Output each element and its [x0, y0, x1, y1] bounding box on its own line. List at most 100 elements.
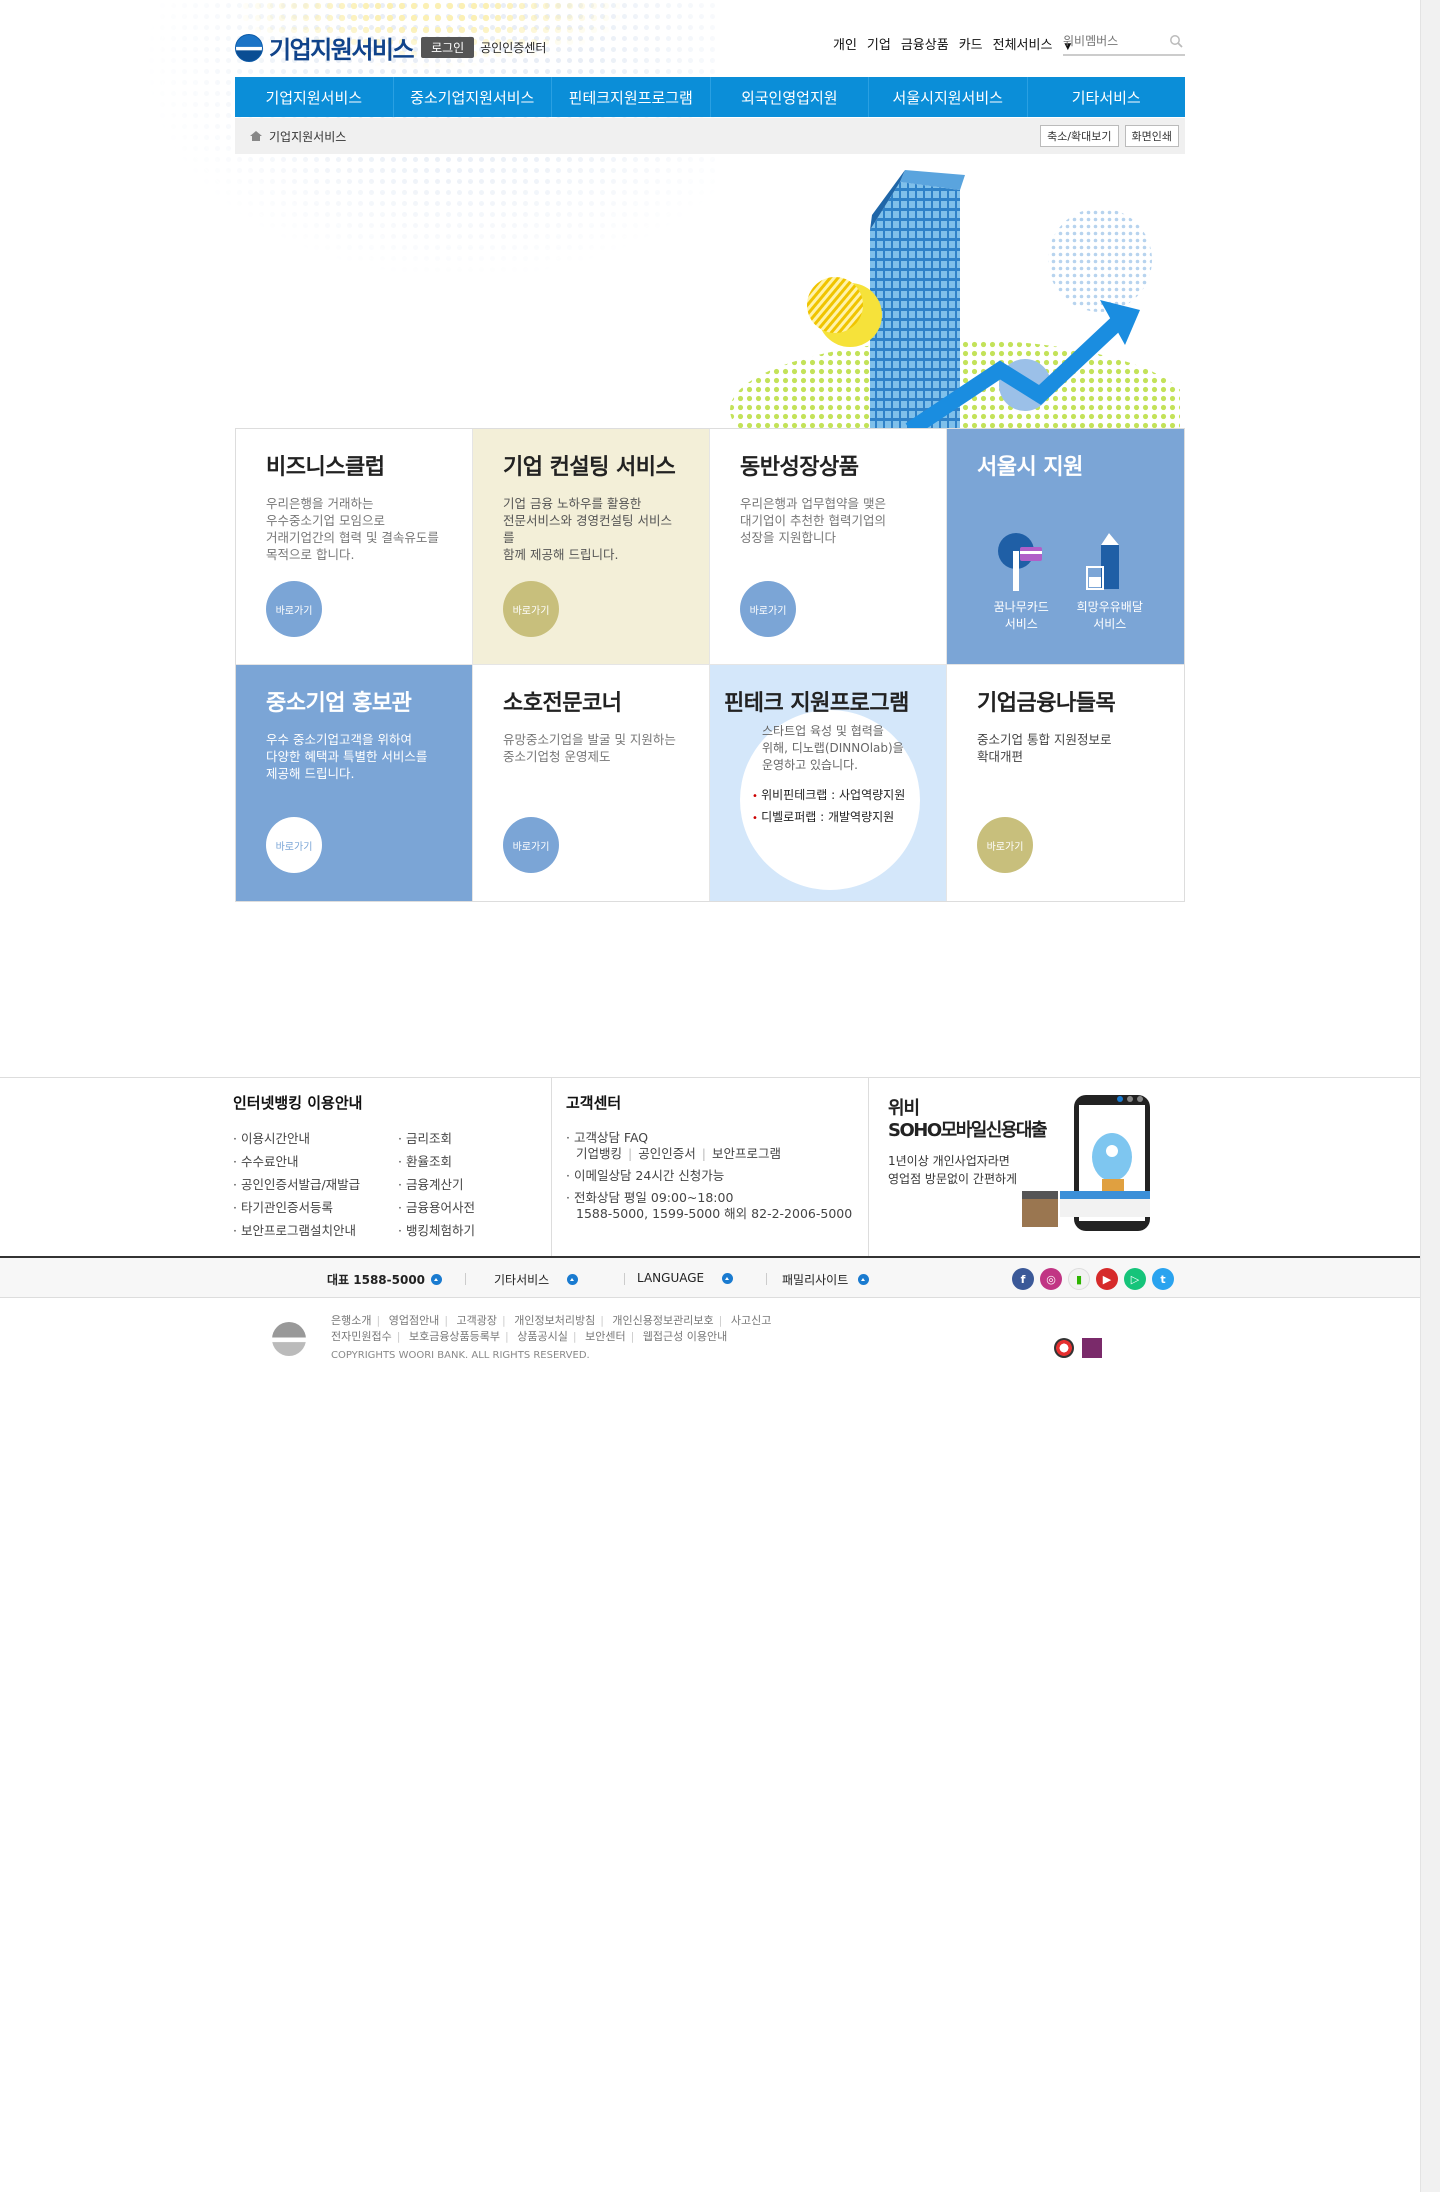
footer-link[interactable]: 보호금융상품등록부 — [409, 1330, 500, 1343]
other-services-dropdown[interactable]: 기타서비스 — [494, 1271, 579, 1288]
seoul-item-label: 꿈나무카드 서비스 — [993, 600, 1049, 631]
footer-link[interactable]: 공인인증서 — [638, 1146, 696, 1161]
page: 기업지원서비스 로그인 공인인증센터 개인 기업 금융상품 카드 전체서비스 ▼ … — [0, 0, 1420, 2192]
footer-link[interactable]: 은행소개 — [331, 1314, 371, 1327]
card-title: 서울시 지원 — [977, 455, 1083, 480]
footer-link[interactable]: 고객광장 — [457, 1314, 497, 1327]
card-desc: 스타트업 육성 및 협력을 위해, 디노랩(DINNOlab)을 운영하고 있습… — [762, 724, 904, 772]
footer-link[interactable]: 보안프로그램 — [712, 1146, 781, 1161]
main-phone[interactable]: 대표 1588-5000 — [327, 1271, 443, 1288]
search-icon[interactable] — [1169, 34, 1183, 48]
milk-delivery-link[interactable]: 희망우유배달 서비스 — [1066, 531, 1155, 633]
list-item: 디벨로퍼랩 : 개발역량지원 — [752, 807, 905, 829]
print-button[interactable]: 화면인쇄 — [1124, 125, 1179, 147]
cs-title: 고객센터 — [566, 1094, 622, 1112]
card-soho: 소호전문코너 유망중소기업을 발굴 및 지원하는 중소기업청 운영제도 바로가기 — [473, 665, 710, 901]
band-icon[interactable]: ▮ — [1068, 1268, 1090, 1290]
cs-numbers: 1588-5000, 1599-5000 해외 82-2-2006-5000 — [576, 1206, 853, 1221]
gnb-business[interactable]: 기업 — [867, 34, 891, 53]
chevron-up-icon — [858, 1274, 870, 1285]
zoom-button[interactable]: 축소/확대보기 — [1040, 125, 1119, 147]
footer-link[interactable]: 개인정보처리방침 — [514, 1314, 595, 1327]
footer-link[interactable]: 웹접근성 이용안내 — [643, 1330, 727, 1343]
certification-mark-icon — [1054, 1338, 1074, 1358]
cs-list: 고객상담 FAQ 기업뱅킹|공인인증서|보안프로그램 이메일상담 24시간 신청… — [566, 1127, 852, 1223]
cs-email[interactable]: 이메일상담 24시간 신청가능 — [566, 1165, 852, 1187]
card-finance-outing: 기업금융나들목 중소기업 통합 지원정보로 확대개편 바로가기 — [947, 665, 1184, 901]
card-title: 핀테크 지원프로그램 — [724, 691, 909, 716]
nav-others[interactable]: 기타서비스 — [1028, 77, 1186, 117]
nav-fintech[interactable]: 핀테크지원프로그램 — [552, 77, 711, 117]
main-phone-label: 대표 1588-5000 — [327, 1273, 426, 1287]
footer-link[interactable]: 수수료안내 — [233, 1150, 398, 1173]
nav-sme-support[interactable]: 중소기업지원서비스 — [394, 77, 552, 117]
footer-link[interactable]: 뱅킹체험하기 — [398, 1219, 475, 1242]
logo[interactable]: 기업지원서비스 로그인 공인인증센터 — [235, 30, 546, 65]
play-icon[interactable]: ▷ — [1124, 1268, 1146, 1290]
woori-footer-logo-icon — [272, 1322, 306, 1356]
footer-link[interactable]: 보안프로그램설치안내 — [233, 1219, 398, 1242]
gnb-card[interactable]: 카드 — [959, 34, 983, 53]
gnb-personal[interactable]: 개인 — [833, 34, 857, 53]
divider — [465, 1273, 466, 1285]
search-box — [1063, 30, 1185, 56]
go-button[interactable]: 바로가기 — [266, 581, 322, 637]
login-button[interactable]: 로그인 — [421, 37, 475, 58]
footer-link[interactable]: 이용시간안내 — [233, 1127, 398, 1150]
card-promo: 중소기업 홍보관 우수 중소기업고객을 위하여 다양한 혜택과 특별한 서비스를… — [236, 665, 473, 901]
nav-seoul[interactable]: 서울시지원서비스 — [869, 77, 1028, 117]
breadcrumb: 기업지원서비스 축소/확대보기 화면인쇄 — [235, 118, 1185, 154]
footer-link[interactable]: 상품공시실 — [517, 1330, 568, 1343]
card-title: 소호전문코너 — [503, 691, 622, 716]
service-grid: 비즈니스클럽 우리은행을 거래하는 우수중소기업 모임으로 거래기업간의 협력 … — [235, 428, 1185, 902]
go-button[interactable]: 바로가기 — [503, 817, 559, 873]
go-button[interactable]: 바로가기 — [977, 817, 1033, 873]
other-services-label: 기타서비스 — [494, 1273, 550, 1287]
go-button[interactable]: 바로가기 — [503, 581, 559, 637]
search-input[interactable] — [1063, 30, 1163, 52]
instagram-icon[interactable]: ◎ — [1040, 1268, 1062, 1290]
nav-business-support[interactable]: 기업지원서비스 — [235, 77, 394, 117]
accessibility-mark-icon — [1082, 1338, 1102, 1358]
footer-link[interactable]: 사고신고 — [731, 1314, 771, 1327]
footer-link[interactable]: 금융용어사전 — [398, 1196, 475, 1219]
card-title: 기업 컨설팅 서비스 — [503, 455, 676, 480]
copyright: COPYRIGHTS WOORI BANK. ALL RIGHTS RESERV… — [331, 1350, 590, 1361]
footer-link[interactable]: 환율조회 — [398, 1150, 475, 1173]
youtube-icon[interactable]: ▶ — [1096, 1268, 1118, 1290]
home-icon[interactable] — [249, 130, 263, 142]
footer-link[interactable]: 기업뱅킹 — [576, 1146, 622, 1161]
card-desc: 유망중소기업을 발굴 및 지원하는 중소기업청 운영제도 — [503, 732, 676, 764]
tree-card-icon — [998, 533, 1043, 591]
dream-card-link[interactable]: 꿈나무카드 서비스 — [977, 531, 1066, 633]
footer-link[interactable]: 공인인증서발급/재발급 — [233, 1173, 398, 1196]
footer-link[interactable]: 금융계산기 — [398, 1173, 475, 1196]
gnb-products[interactable]: 금융상품 — [901, 34, 949, 53]
footer-link[interactable]: 금리조회 — [398, 1127, 475, 1150]
twitter-icon[interactable]: t — [1152, 1268, 1174, 1290]
cert-center-link[interactable]: 공인인증센터 — [480, 39, 546, 56]
footer-info: 인터넷뱅킹 이용안내 이용시간안내 수수료안내 공인인증서발급/재발급 타기관인… — [0, 1077, 1420, 1258]
footer-link[interactable]: 보안센터 — [585, 1330, 625, 1343]
card-title: 동반성장상품 — [740, 455, 859, 480]
divider — [868, 1078, 869, 1258]
card-desc: 중소기업 통합 지원정보로 확대개편 — [977, 732, 1112, 764]
footer-link[interactable]: 전자민원접수 — [331, 1330, 392, 1343]
footer-links: 은행소개 | 영업점안내 | 고객광장 | 개인정보처리방침 | 개인신용정보관리보호 |… — [331, 1313, 771, 1364]
customer-center: 고객센터 고객상담 FAQ 기업뱅킹|공인인증서|보안프로그램 이메일상담 24… — [566, 1092, 852, 1223]
footer-link[interactable]: 영업점안내 — [389, 1314, 440, 1327]
cs-faq-links: 기업뱅킹 | 공인인증서 | 보안프로그램 — [576, 1146, 781, 1161]
go-button[interactable]: 바로가기 — [740, 581, 796, 637]
divider — [551, 1078, 552, 1258]
vertical-scrollbar[interactable] — [1420, 0, 1440, 2192]
card-desc: 우수 중소기업고객을 위하여 다양한 혜택과 특별한 서비스를 제공해 드립니다… — [266, 732, 428, 781]
facebook-icon[interactable]: f — [1012, 1268, 1034, 1290]
social-links: f ◎ ▮ ▶ ▷ t — [1012, 1268, 1180, 1290]
card-fintech[interactable]: 핀테크 지원프로그램 스타트업 육성 및 협력을 위해, 디노랩(DINNOla… — [710, 665, 947, 901]
go-button[interactable]: 바로가기 — [266, 817, 322, 873]
language-dropdown[interactable]: LANGUAGE — [637, 1271, 734, 1285]
footer-link[interactable]: 개인신용정보관리보호 — [612, 1314, 713, 1327]
footer-link[interactable]: 타기관인증서등록 — [233, 1196, 398, 1219]
family-site-dropdown[interactable]: 패밀리사이트 — [782, 1271, 870, 1288]
nav-foreigner[interactable]: 외국인영업지원 — [711, 77, 869, 117]
